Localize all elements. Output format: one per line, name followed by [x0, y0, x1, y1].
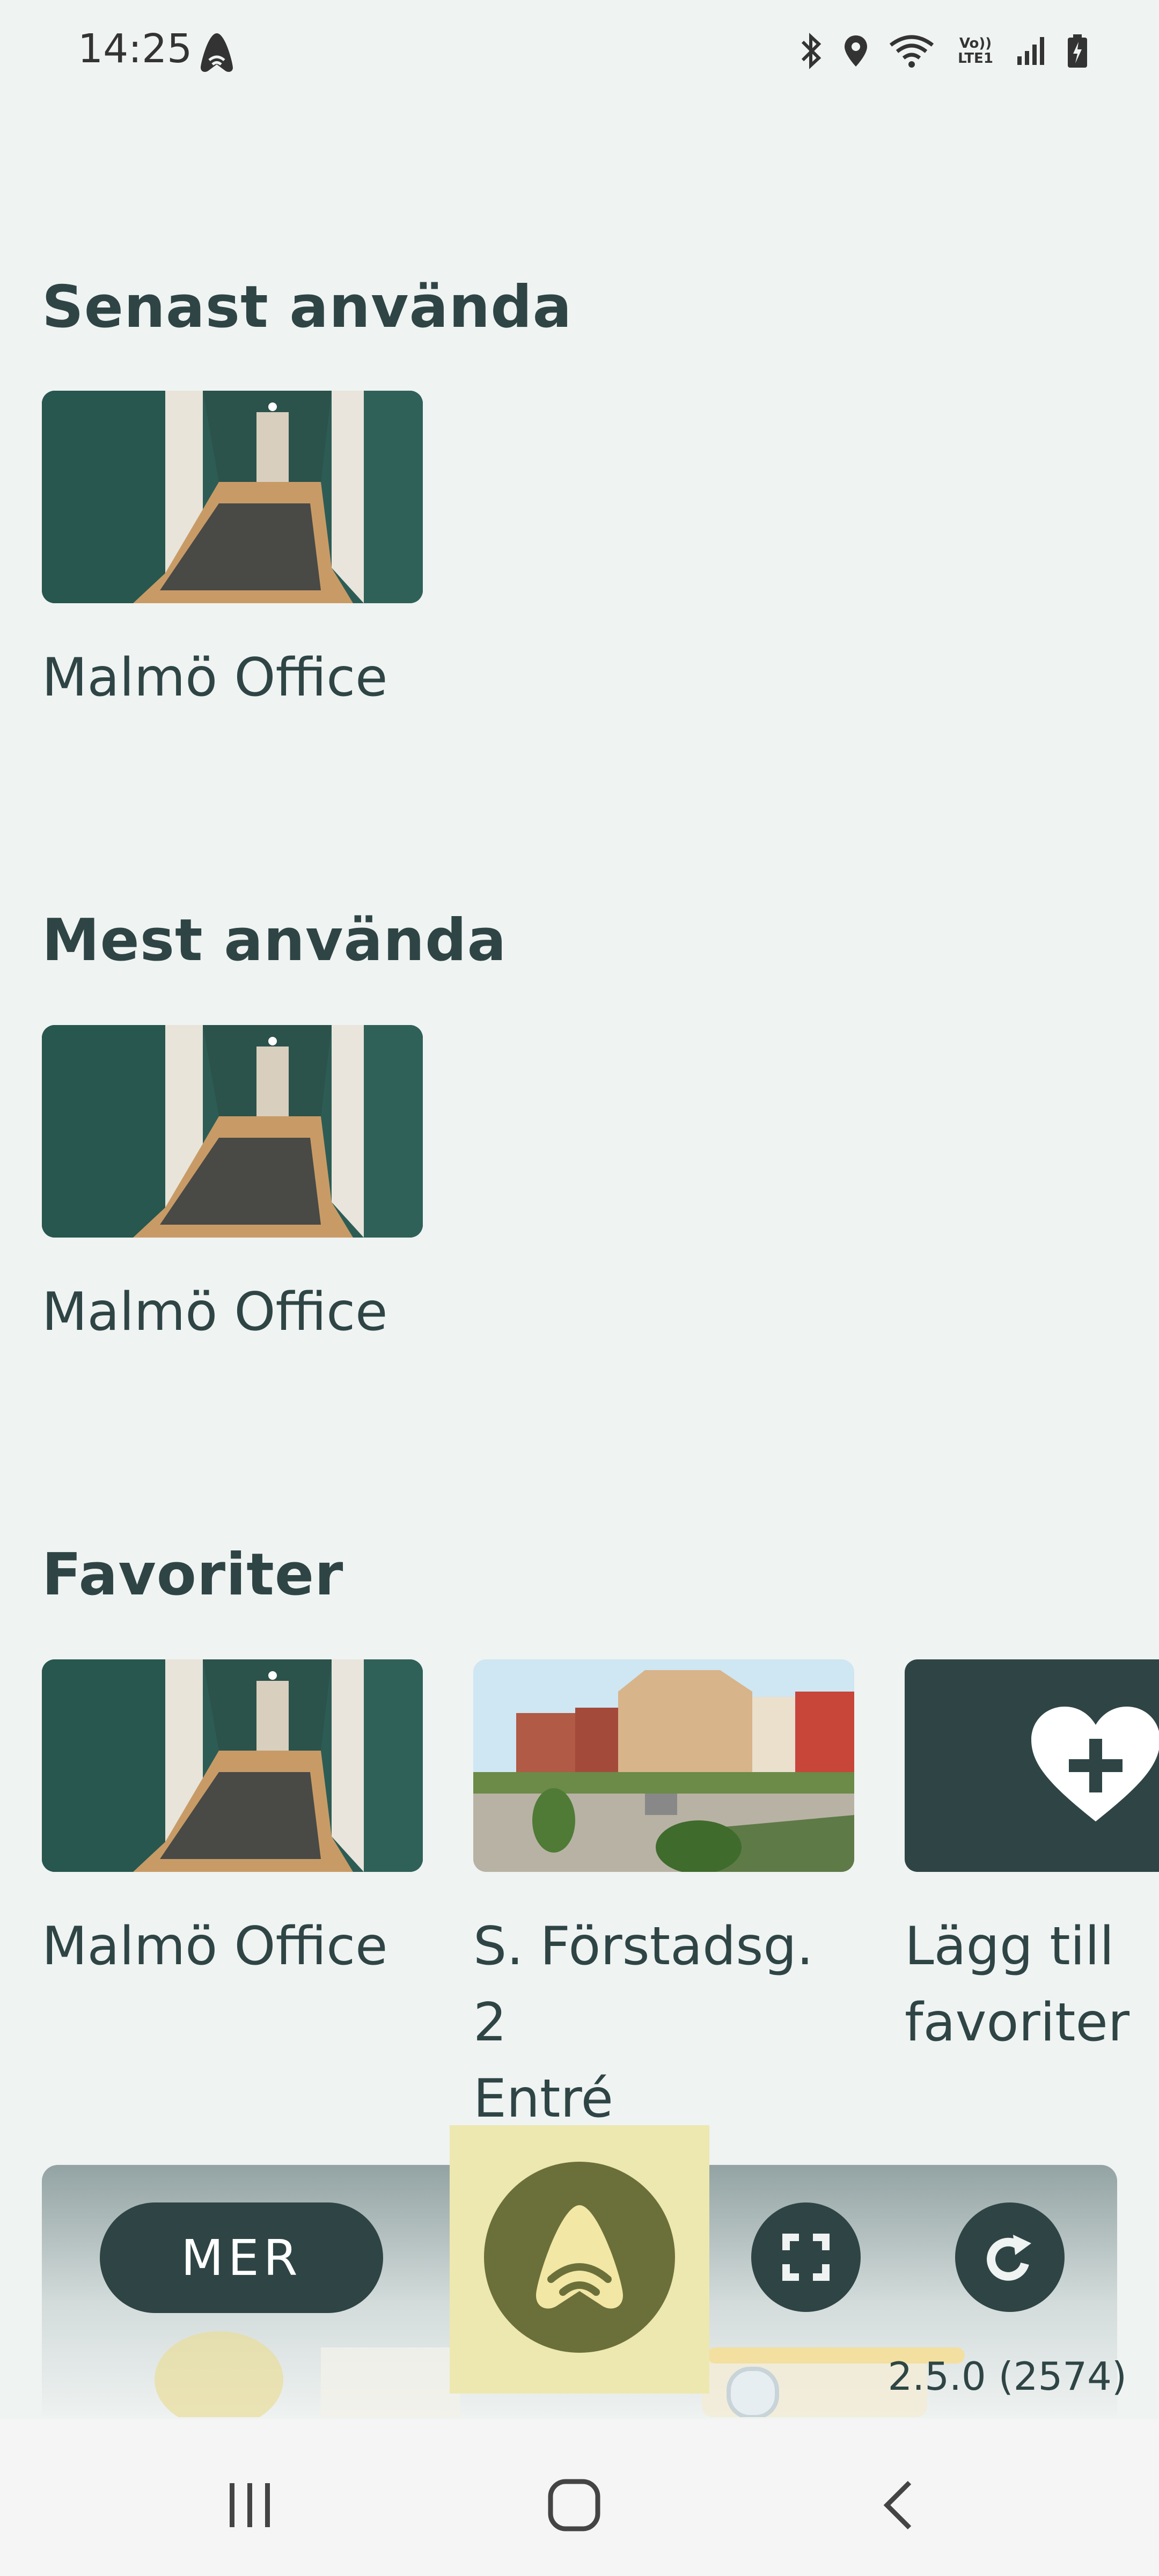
hallway-image: [42, 391, 423, 603]
recent-item-malmo-office[interactable]: Malmö Office: [42, 391, 423, 716]
heart-plus-icon: [1031, 1707, 1159, 1821]
favorite-item-malmo-office[interactable]: Malmö Office: [42, 1659, 423, 1985]
app-notification-icon: [201, 33, 233, 72]
volte-icon: Vo)) LTE1: [958, 35, 997, 67]
card-label: S. Förstadsg. 2 Entré: [473, 1916, 813, 2129]
status-bar: 14:25 Vo)) LTE1: [0, 0, 1159, 107]
favorites-section: Favoriter: [42, 1541, 343, 1608]
section-title-most-used: Mest använda: [42, 907, 507, 974]
scan-button[interactable]: [751, 2202, 861, 2312]
unlock-wave-icon: [536, 2205, 623, 2309]
card-label: Malmö Office: [42, 1282, 388, 1343]
scan-icon: [782, 2234, 830, 2281]
refresh-icon: [987, 2235, 1031, 2281]
hallway-image: [42, 1659, 423, 1872]
unlock-button[interactable]: [484, 2162, 675, 2353]
more-button[interactable]: MER: [100, 2202, 383, 2313]
card-label: Malmö Office: [42, 1916, 388, 1977]
favorite-item-forstadsg-entre[interactable]: S. Förstadsg. 2 Entré: [473, 1659, 854, 2137]
wifi-icon: [889, 35, 934, 68]
most-used-item-malmo-office[interactable]: Malmö Office: [42, 1025, 423, 1350]
card-label: Lägg till favoriter: [905, 1916, 1130, 2053]
most-used-section: Mest använda: [42, 907, 507, 974]
system-nav-bar: [0, 2419, 1159, 2576]
recents-icon: [230, 2483, 270, 2527]
hallway-image: [42, 1025, 423, 1238]
back-button[interactable]: [855, 2468, 941, 2543]
section-title-favorites: Favoriter: [42, 1541, 344, 1608]
signal-icon: [1017, 37, 1044, 65]
app-version: 2.5.0 (2574): [887, 2354, 1127, 2399]
add-favorite-button[interactable]: Lägg till favoriter: [905, 1659, 1159, 2061]
status-time: 14:25: [78, 26, 193, 72]
home-button[interactable]: [531, 2468, 617, 2543]
section-title-recent: Senast använda: [42, 274, 573, 341]
refresh-button[interactable]: [955, 2202, 1065, 2312]
battery-icon: [1068, 34, 1087, 68]
recent-section: Senast använda: [42, 274, 572, 341]
home-icon: [548, 2479, 600, 2531]
bluetooth-icon: [801, 33, 821, 69]
location-icon: [845, 35, 867, 67]
card-label: Malmö Office: [42, 647, 388, 708]
city-image: [473, 1659, 854, 1872]
recents-button[interactable]: [207, 2468, 293, 2543]
back-icon: [883, 2480, 912, 2530]
